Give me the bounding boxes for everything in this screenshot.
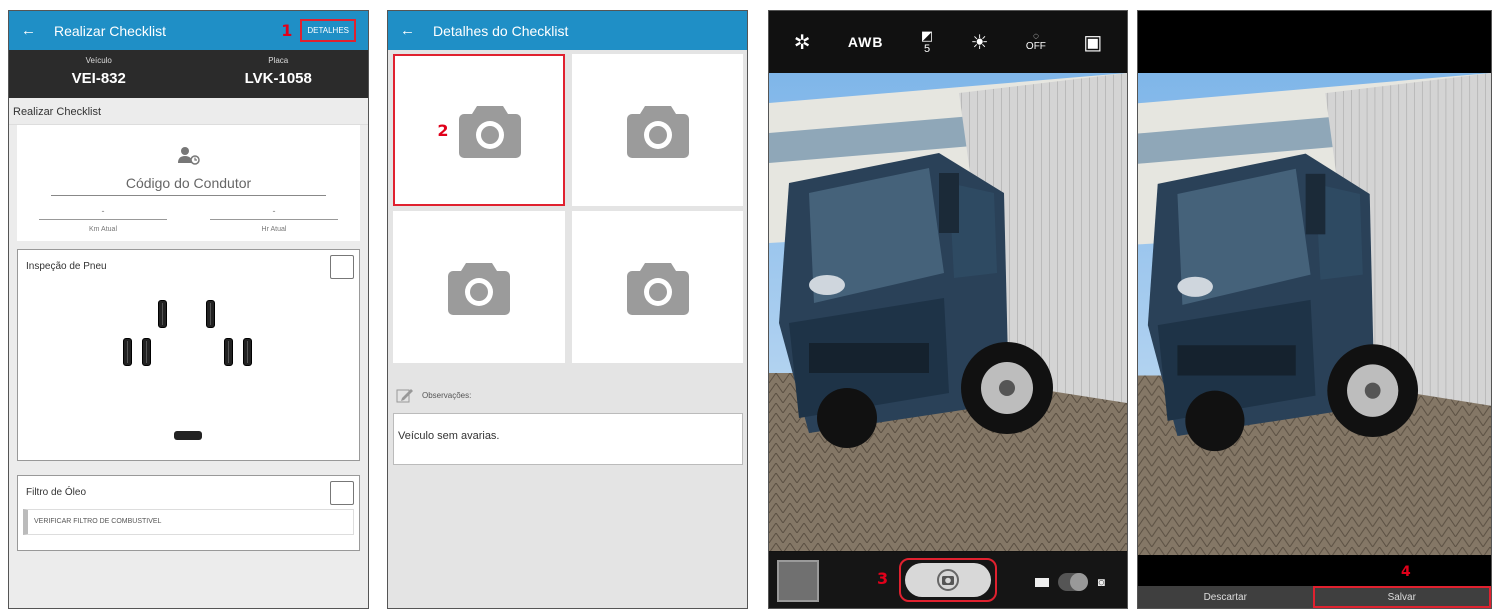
arrow-left-icon[interactable]: ←	[400, 22, 415, 39]
discard-button[interactable]: Descartar	[1138, 586, 1313, 608]
tire-rear-right-inner[interactable]	[224, 338, 233, 366]
driver-icon	[176, 145, 202, 167]
photo-grid: 2	[388, 50, 747, 371]
oil-filter-item[interactable]: VERIFICAR FILTRO DE COMBUSTIVEL	[23, 509, 354, 535]
aspect-ratio-icon[interactable]: ▣	[1083, 30, 1102, 55]
oil-filter-section: Filtro de Óleo VERIFICAR FILTRO DE COMBU…	[17, 475, 360, 551]
annotation-number: 2	[437, 120, 449, 140]
app-bar: ← Realizar Checklist 1 DETALHES	[9, 11, 368, 50]
captured-photo	[1138, 73, 1491, 555]
driver-code-field[interactable]: Código do Condutor	[51, 175, 326, 196]
observations-label: Observações:	[422, 390, 472, 400]
tire-spare[interactable]	[174, 431, 202, 440]
page-title: Realizar Checklist	[54, 22, 167, 39]
truck-photo	[769, 73, 1127, 551]
km-field[interactable]: -	[39, 206, 167, 220]
brightness-icon[interactable]: ☀	[971, 30, 989, 55]
arrow-left-icon[interactable]: ←	[21, 22, 36, 39]
observations-field[interactable]: Veículo sem avarias.	[393, 413, 743, 465]
vehicle-value: VEI-832	[71, 70, 126, 87]
photo-review-screen: 4 Descartar Salvar	[1137, 10, 1492, 609]
annotation-number: 1	[281, 21, 293, 40]
tire-inspection-section: Inspeção de Pneu	[17, 249, 360, 461]
photo-slot-2[interactable]	[572, 54, 743, 206]
tire-front-left[interactable]	[158, 300, 167, 328]
tire-rear-right-outer[interactable]	[243, 338, 252, 366]
photo-slot-3[interactable]	[393, 211, 565, 363]
page-title: Detalhes do Checklist	[433, 22, 569, 39]
camera-icon	[626, 106, 689, 158]
vehicle-info-bar: Veículo VEI-832 Placa LVK-1058	[9, 50, 368, 98]
timer-label: OFF	[1025, 41, 1046, 52]
timer-off-icon[interactable]: ◌ OFF	[1026, 32, 1046, 52]
tire-rear-left-outer[interactable]	[123, 338, 132, 366]
vehicle-label: Veículo	[85, 56, 112, 65]
hr-field[interactable]: -	[210, 206, 338, 220]
camera-preview	[769, 73, 1127, 551]
exposure-value: 5	[923, 42, 931, 55]
toggle-switch	[1058, 573, 1089, 591]
tire-inspection-title: Inspeção de Pneu	[26, 261, 107, 272]
photo-slot-1[interactable]: 2	[393, 54, 565, 206]
details-button[interactable]: DETALHES	[300, 19, 356, 42]
camera-icon	[458, 106, 521, 158]
annotation-number: 3	[877, 569, 889, 588]
camera-toolbar: ✲ AWB ◩ 5 ☀ ◌ OFF ▣	[769, 11, 1127, 73]
edit-icon	[396, 389, 413, 403]
observations-header: Observações:	[396, 387, 747, 403]
awb-label: AWB	[847, 34, 884, 50]
section-title: Realizar Checklist	[9, 98, 368, 125]
oil-filter-title: Filtro de Óleo	[26, 487, 87, 498]
plate-label: Placa	[268, 56, 289, 65]
camera-screen: ✲ AWB ◩ 5 ☀ ◌ OFF ▣ 3 ◙	[768, 10, 1128, 609]
hr-label: Hr Atual	[261, 226, 287, 233]
save-button[interactable]: Salvar	[1312, 586, 1491, 608]
app-bar: ← Detalhes do Checklist	[388, 11, 747, 50]
awb-icon[interactable]: AWB	[848, 34, 884, 50]
tire-front-right[interactable]	[206, 300, 215, 328]
checklist-card: Código do Condutor - Km Atual - Hr Atual	[17, 125, 360, 241]
settings-icon[interactable]: ✲	[794, 30, 811, 55]
camera-icon	[626, 263, 689, 315]
exposure-icon[interactable]: ◩ 5	[921, 29, 933, 55]
oil-filter-checkbox[interactable]	[330, 481, 354, 505]
camera-mode-toggle[interactable]: ◙	[1035, 572, 1105, 592]
camera-controls: 3 ◙	[769, 552, 1127, 608]
annotation-number: 4	[1401, 564, 1411, 580]
last-photo-thumbnail[interactable]	[777, 560, 819, 602]
photo-mode-icon: ◙	[1097, 575, 1105, 589]
photo-slot-4[interactable]	[572, 211, 743, 363]
camera-icon	[937, 569, 959, 591]
shutter-button[interactable]	[899, 558, 997, 602]
checklist-details-screen: ← Detalhes do Checklist 2 Observações: V…	[387, 10, 748, 609]
review-actions: Descartar Salvar	[1138, 586, 1491, 608]
tire-rear-left-inner[interactable]	[142, 338, 151, 366]
checklist-screen: ← Realizar Checklist 1 DETALHES Veículo …	[8, 10, 369, 609]
camera-icon	[448, 263, 510, 315]
video-icon	[1035, 577, 1049, 587]
tire-inspection-checkbox[interactable]	[330, 255, 354, 279]
truck-photo	[1138, 73, 1491, 555]
plate-value: LVK-1058	[244, 70, 312, 87]
km-label: Km Atual	[88, 226, 117, 233]
